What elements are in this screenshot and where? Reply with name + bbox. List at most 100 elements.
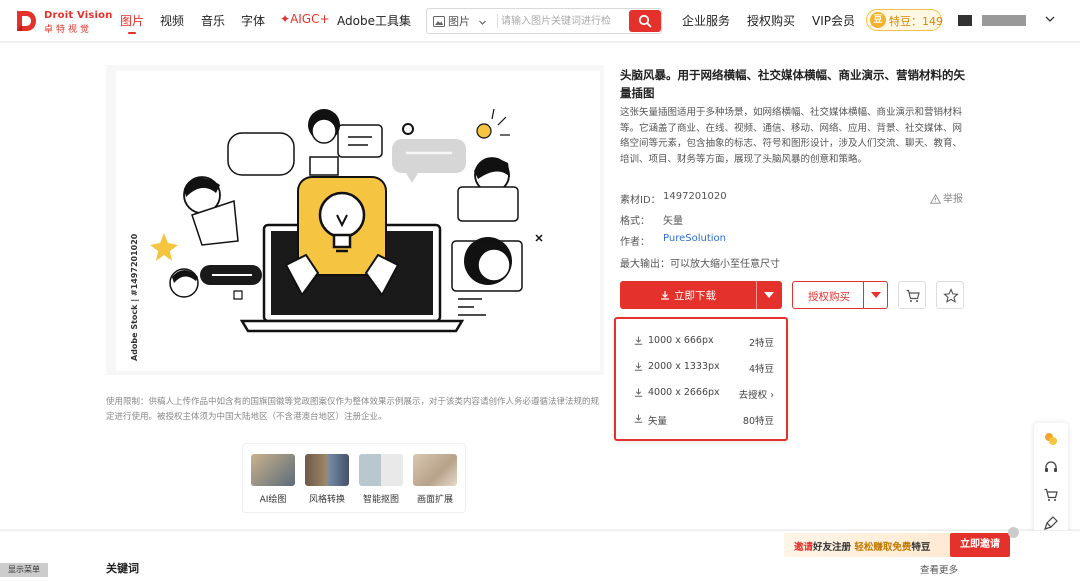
nav-item-images[interactable]: 图片 xyxy=(120,12,144,29)
option-size: 4000 x 2666px xyxy=(648,387,720,398)
search-type-select[interactable]: 图片 xyxy=(433,13,490,29)
brush-icon[interactable] xyxy=(1043,515,1059,531)
logo-mark-icon xyxy=(17,11,36,31)
tool-ai-drawing[interactable]: AI绘图 xyxy=(249,454,297,506)
nav-enterprise-services[interactable]: 企业服务 xyxy=(682,12,730,29)
aigc-sparkle-icon: ✦ xyxy=(280,12,291,26)
option-size: 2000 x 1333px xyxy=(648,361,720,372)
meta-format: 格式： 矢量 xyxy=(620,212,683,227)
avatar[interactable] xyxy=(958,15,972,26)
nav-item-adobe-tools[interactable]: Adobe工具集 xyxy=(337,12,411,29)
meta-asset-id: 素材ID： 1497201020 xyxy=(620,191,727,206)
meta-label: 格式： xyxy=(620,216,650,227)
tool-label: 风格转换 xyxy=(308,495,345,505)
option-price: 80特豆 xyxy=(742,416,774,427)
tool-smart-cutout[interactable]: 智能抠图 xyxy=(357,454,405,506)
author-link[interactable]: PureSolution xyxy=(663,233,726,244)
brand-name-cn: 卓特视觉 xyxy=(44,25,93,35)
active-nav-indicator xyxy=(128,32,136,34)
chevron-right-icon: › xyxy=(770,390,774,401)
download-option[interactable]: 2000 x 1333px 4特豆 xyxy=(634,360,774,376)
ai-tools-panel: AI绘图 风格转换 智能抠图 画面扩展 xyxy=(242,443,466,513)
image-icon xyxy=(433,16,445,27)
headset-icon[interactable] xyxy=(1043,459,1059,475)
usage-notice: 使用限制：供稿人上传作品中如含有的国旗国徽等党政图案仅作为整体效果示例展示，对于… xyxy=(106,397,600,422)
asset-detail: Adobe Stock | #1497201020 使用限制：供稿人上传作品中如… xyxy=(0,43,1080,529)
option-size: 1000 x 666px xyxy=(648,335,714,346)
show-menu-button[interactable]: 显示菜单 xyxy=(0,563,48,577)
license-text: 授权购买 xyxy=(808,291,850,303)
username[interactable] xyxy=(982,15,1026,26)
close-icon[interactable] xyxy=(1008,527,1019,538)
download-icon xyxy=(634,414,643,423)
top-header: Droit Vision 卓特视觉 图片 视频 音乐 字体 ✦AIGC+ Ado… xyxy=(0,0,1080,42)
promo-highlight: 轻松赚取免费 xyxy=(854,542,912,553)
option-price: 2特豆 xyxy=(748,338,774,349)
asset-preview[interactable]: Adobe Stock | #1497201020 xyxy=(106,65,604,375)
brainstorm-illustration xyxy=(106,65,604,375)
tool-style-transfer[interactable]: 风格转换 xyxy=(303,454,351,506)
caret-down-icon[interactable] xyxy=(871,292,881,298)
download-options-menu: 1000 x 666px 2特豆 2000 x 1333px 4特豆 4000 … xyxy=(614,317,788,441)
tool-label: 智能抠图 xyxy=(362,495,399,505)
search-bar: 图片 xyxy=(426,8,662,34)
coin-icon: 豆 xyxy=(870,12,886,28)
tool-thumb-ai-drawing xyxy=(251,454,295,486)
download-option[interactable]: 4000 x 2666px 去授权 › xyxy=(634,386,774,402)
license-purchase-button[interactable]: 授权购买 xyxy=(792,281,888,309)
promo-mid: 好友注册 xyxy=(813,542,855,553)
report-link[interactable]: 举报 xyxy=(929,190,963,205)
button-divider xyxy=(756,281,757,309)
nav-item-video[interactable]: 视频 xyxy=(160,12,184,29)
nav-vip-membership[interactable]: VIP会员 xyxy=(812,12,855,29)
tool-thumb-style-transfer xyxy=(305,454,349,486)
invite-promo-banner[interactable]: 邀请好友注册 轻松赚取免费特豆 立即邀请 xyxy=(784,533,1010,557)
invite-now-button[interactable]: 立即邀请 xyxy=(950,533,1010,557)
tool-image-expand[interactable]: 画面扩展 xyxy=(411,454,459,506)
chevron-down-icon[interactable] xyxy=(1044,13,1056,25)
tool-thumb-smart-cutout xyxy=(359,454,403,486)
coins-icon[interactable] xyxy=(1043,431,1059,447)
search-button[interactable] xyxy=(629,10,661,32)
download-label: 立即下载 xyxy=(660,288,716,303)
keywords-heading: 关键词 xyxy=(106,562,139,575)
cart-icon xyxy=(906,289,920,302)
report-label: 举报 xyxy=(943,194,963,205)
beans-balance[interactable]: 豆 特豆：149 xyxy=(866,9,943,31)
warning-icon xyxy=(929,193,942,204)
search-icon xyxy=(638,14,652,28)
add-to-cart-button[interactable] xyxy=(898,281,926,309)
download-button[interactable]: 立即下载 xyxy=(620,281,782,309)
favorite-button[interactable] xyxy=(936,281,964,309)
download-option[interactable]: 1000 x 666px 2特豆 xyxy=(634,334,774,350)
tool-label: 画面扩展 xyxy=(416,495,453,505)
nav-item-fonts[interactable]: 字体 xyxy=(241,12,265,29)
option-price: 4特豆 xyxy=(748,364,774,375)
search-type-label: 图片 xyxy=(448,15,470,28)
nav-item-aigc[interactable]: ✦AIGC+ xyxy=(280,12,330,26)
search-divider xyxy=(497,14,498,28)
caret-down-icon[interactable] xyxy=(764,292,774,298)
asset-credit: Adobe Stock | #1497201020 xyxy=(130,233,139,361)
see-more-link[interactable]: 查看更多 xyxy=(920,562,958,576)
option-size: 矢量 xyxy=(648,416,668,427)
brand-logo[interactable]: Droit Vision 卓特视觉 xyxy=(14,8,112,35)
meta-value: 矢量 xyxy=(663,216,683,227)
nav-item-music[interactable]: 音乐 xyxy=(201,12,225,29)
asset-title: 头脑风暴。用于网络横幅、社交媒体横幅、商业演示、营销材料的矢量插图 xyxy=(620,68,965,100)
download-option[interactable]: 矢量 80特豆 xyxy=(634,412,774,428)
download-icon xyxy=(634,336,643,345)
meta-value: 1497201020 xyxy=(663,191,727,202)
tool-label: AI绘图 xyxy=(259,495,287,505)
search-input[interactable] xyxy=(501,11,629,31)
aigc-plus-icon: + xyxy=(319,12,330,26)
star-icon xyxy=(943,288,959,303)
download-icon xyxy=(634,388,643,397)
download-icon xyxy=(661,291,669,300)
meta-max-output: 最大输出：可以放大缩小至任意尺寸 xyxy=(620,255,780,270)
option-price[interactable]: 去授权 › xyxy=(739,387,774,401)
cart-icon[interactable] xyxy=(1043,487,1059,503)
download-text: 立即下载 xyxy=(674,290,716,302)
promo-suffix: 特豆 xyxy=(911,542,931,553)
nav-license-purchase[interactable]: 授权购买 xyxy=(747,12,795,29)
